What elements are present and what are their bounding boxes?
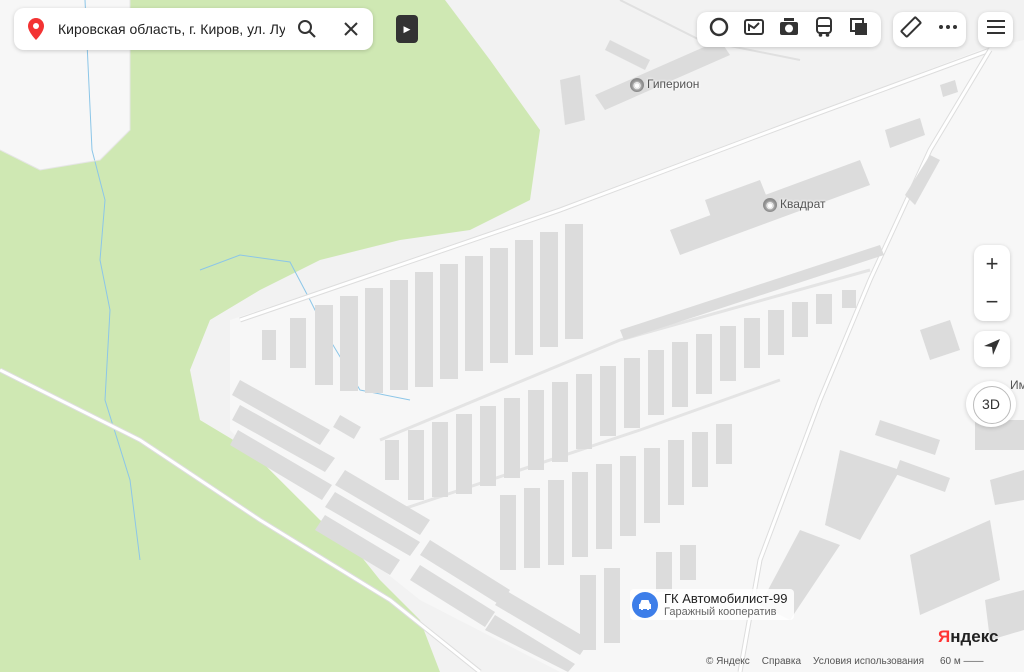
- map-canvas[interactable]: [0, 0, 1024, 672]
- menu-button[interactable]: [978, 12, 1013, 47]
- search-icon[interactable]: [285, 8, 329, 50]
- camera-icon[interactable]: [778, 16, 800, 43]
- scale-label: 60 м: [940, 656, 961, 667]
- organization-category: Гаражный кооператив: [664, 606, 777, 618]
- panorama-icon[interactable]: [708, 16, 730, 43]
- layers-toolbar: [697, 12, 881, 47]
- traffic-icon[interactable]: [743, 16, 765, 43]
- help-link[interactable]: Справка: [762, 656, 801, 667]
- locate-button[interactable]: [974, 331, 1010, 367]
- poi-hyperion[interactable]: ◉ Гиперион: [630, 77, 699, 92]
- zoom-out-button[interactable]: −: [974, 283, 1010, 321]
- ruler-icon[interactable]: [900, 16, 922, 43]
- layers-icon[interactable]: [848, 16, 870, 43]
- bus-icon[interactable]: [813, 16, 835, 43]
- street-label-edge: Им: [1010, 378, 1024, 392]
- organization-marker[interactable]: ГК Автомобилист-99 Гаражный кооператив: [630, 589, 794, 620]
- zoom-control: + −: [974, 245, 1010, 321]
- terms-link[interactable]: Условия использования: [813, 656, 924, 667]
- shop-icon: ◉: [763, 197, 777, 212]
- poi-kvadrat[interactable]: ◉ Квадрат: [763, 197, 826, 212]
- 3d-button[interactable]: 3D: [966, 381, 1016, 427]
- yandex-logo: Яндекс: [938, 627, 998, 647]
- location-pin-icon: [14, 18, 58, 40]
- organization-name: ГК Автомобилист-99: [664, 591, 788, 606]
- poi-hyperion-label: Гиперион: [647, 77, 700, 91]
- search-input[interactable]: Кировская область, г. Киров, ул. Луга: [58, 21, 285, 37]
- zoom-in-button[interactable]: +: [974, 245, 1010, 283]
- 3d-label: 3D: [982, 396, 1000, 412]
- copyright-link[interactable]: © Яндекс: [706, 656, 750, 667]
- map-footer: © Яндекс Справка Условия использования: [706, 656, 924, 667]
- close-icon[interactable]: [329, 8, 373, 50]
- locate-icon: [983, 338, 1001, 361]
- tools-toolbar: [893, 12, 966, 47]
- logo-rest: ндекс: [950, 627, 999, 646]
- scale-bar: 60 м ——: [940, 656, 984, 667]
- collapse-panel-button[interactable]: ▶: [396, 15, 418, 43]
- logo-first-letter: Я: [938, 627, 951, 646]
- more-icon[interactable]: [937, 16, 959, 43]
- car-icon: [632, 591, 658, 618]
- shop-icon: ◉: [630, 77, 644, 92]
- menu-icon: [986, 20, 1005, 39]
- search-panel[interactable]: Кировская область, г. Киров, ул. Луга: [14, 8, 373, 50]
- poi-kvadrat-label: Квадрат: [780, 197, 826, 211]
